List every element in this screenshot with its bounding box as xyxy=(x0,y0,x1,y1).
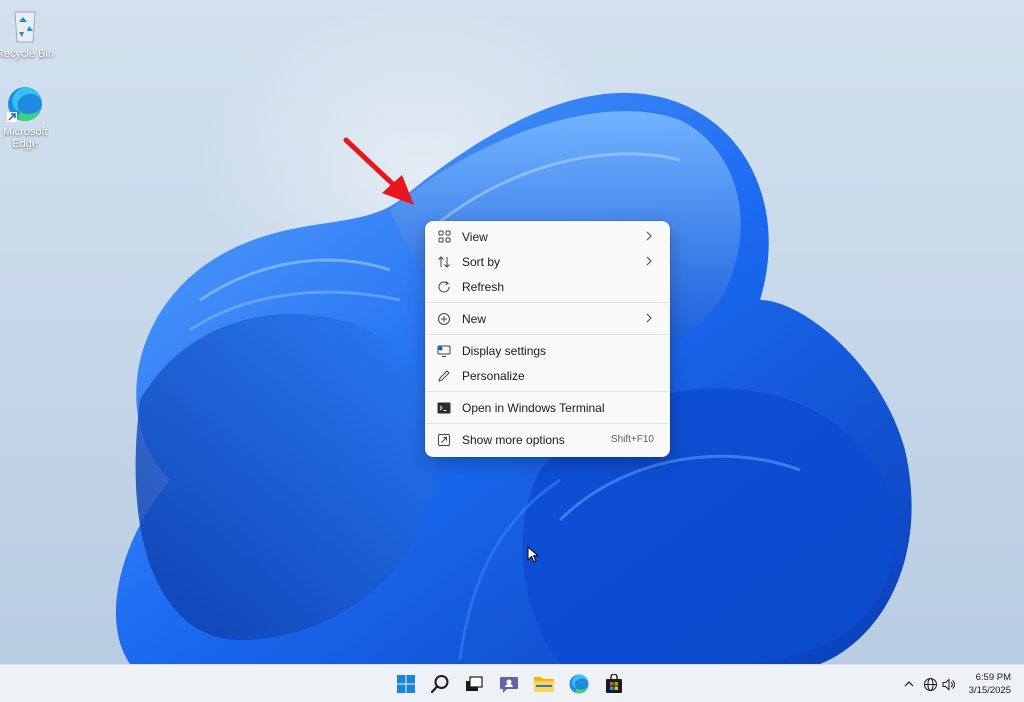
chevron-right-icon xyxy=(646,313,652,323)
new-plus-icon xyxy=(437,312,451,326)
desktop-context-menu: View Sort by Refresh New Display setting… xyxy=(425,221,670,457)
menu-item-open-terminal[interactable]: Open in Windows Terminal xyxy=(429,395,666,420)
mouse-pointer-icon xyxy=(527,546,539,563)
menu-item-label: View xyxy=(462,229,488,244)
edge-icon xyxy=(5,84,45,124)
menu-item-view[interactable]: View xyxy=(429,224,666,249)
show-hidden-icons-button[interactable] xyxy=(901,676,917,692)
chevron-up-icon xyxy=(904,681,914,687)
menu-item-label: Display settings xyxy=(462,343,547,358)
clock-date: 3/15/2025 xyxy=(968,685,1011,696)
chat-button[interactable] xyxy=(497,672,521,696)
taskbar-clock[interactable]: 6:59 PM 3/15/2025 xyxy=(969,671,1011,697)
recycle-bin-icon xyxy=(5,6,45,46)
menu-item-label: Open in Windows Terminal xyxy=(462,400,605,415)
pencil-icon xyxy=(437,369,451,383)
menu-separator xyxy=(425,423,670,424)
volume-icon xyxy=(942,677,955,691)
menu-item-new[interactable]: New xyxy=(429,306,666,331)
task-view-icon xyxy=(466,676,483,691)
menu-item-sort-by[interactable]: Sort by xyxy=(429,249,666,274)
recycle-bin-label: Recycle Bin xyxy=(0,48,55,60)
edge-shortcut[interactable]: Microsoft Edge xyxy=(0,84,55,150)
edge-icon xyxy=(569,674,589,694)
menu-item-personalize[interactable]: Personalize xyxy=(429,363,666,388)
chat-icon xyxy=(500,677,518,693)
menu-separator xyxy=(425,334,670,335)
chevron-right-icon xyxy=(646,231,652,241)
chevron-right-icon xyxy=(646,256,652,266)
view-grid-icon xyxy=(437,230,451,244)
sort-icon xyxy=(437,255,451,269)
file-explorer-button[interactable] xyxy=(532,672,556,696)
menu-separator xyxy=(425,391,670,392)
start-icon xyxy=(397,675,415,693)
menu-item-show-more-options[interactable]: Show more options Shift+F10 xyxy=(429,427,666,452)
start-button[interactable] xyxy=(394,672,418,696)
more-options-icon xyxy=(437,433,451,447)
menu-item-label: Refresh xyxy=(462,279,505,294)
clock-time: 6:59 PM xyxy=(975,672,1011,683)
desktop[interactable]: Recycle Bin Microsoft Edge View Sort by … xyxy=(0,0,1024,664)
display-icon xyxy=(437,344,451,358)
edge-label: Microsoft Edge xyxy=(3,126,48,150)
menu-item-shortcut: Shift+F10 xyxy=(610,434,654,445)
store-button[interactable] xyxy=(602,672,626,696)
network-icon xyxy=(923,677,937,691)
menu-item-refresh[interactable]: Refresh xyxy=(429,274,666,299)
file-explorer-icon xyxy=(534,677,554,692)
menu-item-label: Sort by xyxy=(462,254,501,269)
red-arrow-icon xyxy=(343,137,414,205)
menu-item-label: Show more options xyxy=(462,432,565,447)
network-button[interactable] xyxy=(922,676,938,692)
menu-item-label: New xyxy=(462,311,487,326)
refresh-icon xyxy=(437,280,451,294)
edge-taskbar-button[interactable] xyxy=(567,672,591,696)
volume-button[interactable] xyxy=(940,676,956,692)
menu-item-display-settings[interactable]: Display settings xyxy=(429,338,666,363)
task-view-button[interactable] xyxy=(462,672,486,696)
terminal-icon xyxy=(437,401,451,415)
menu-item-label: Personalize xyxy=(462,368,525,383)
search-button[interactable] xyxy=(428,672,452,696)
menu-separator xyxy=(425,302,670,303)
search-icon xyxy=(430,675,449,694)
store-icon xyxy=(606,674,622,693)
taskbar: 6:59 PM 3/15/2025 xyxy=(0,664,1024,702)
recycle-bin-shortcut[interactable]: Recycle Bin xyxy=(0,6,55,60)
